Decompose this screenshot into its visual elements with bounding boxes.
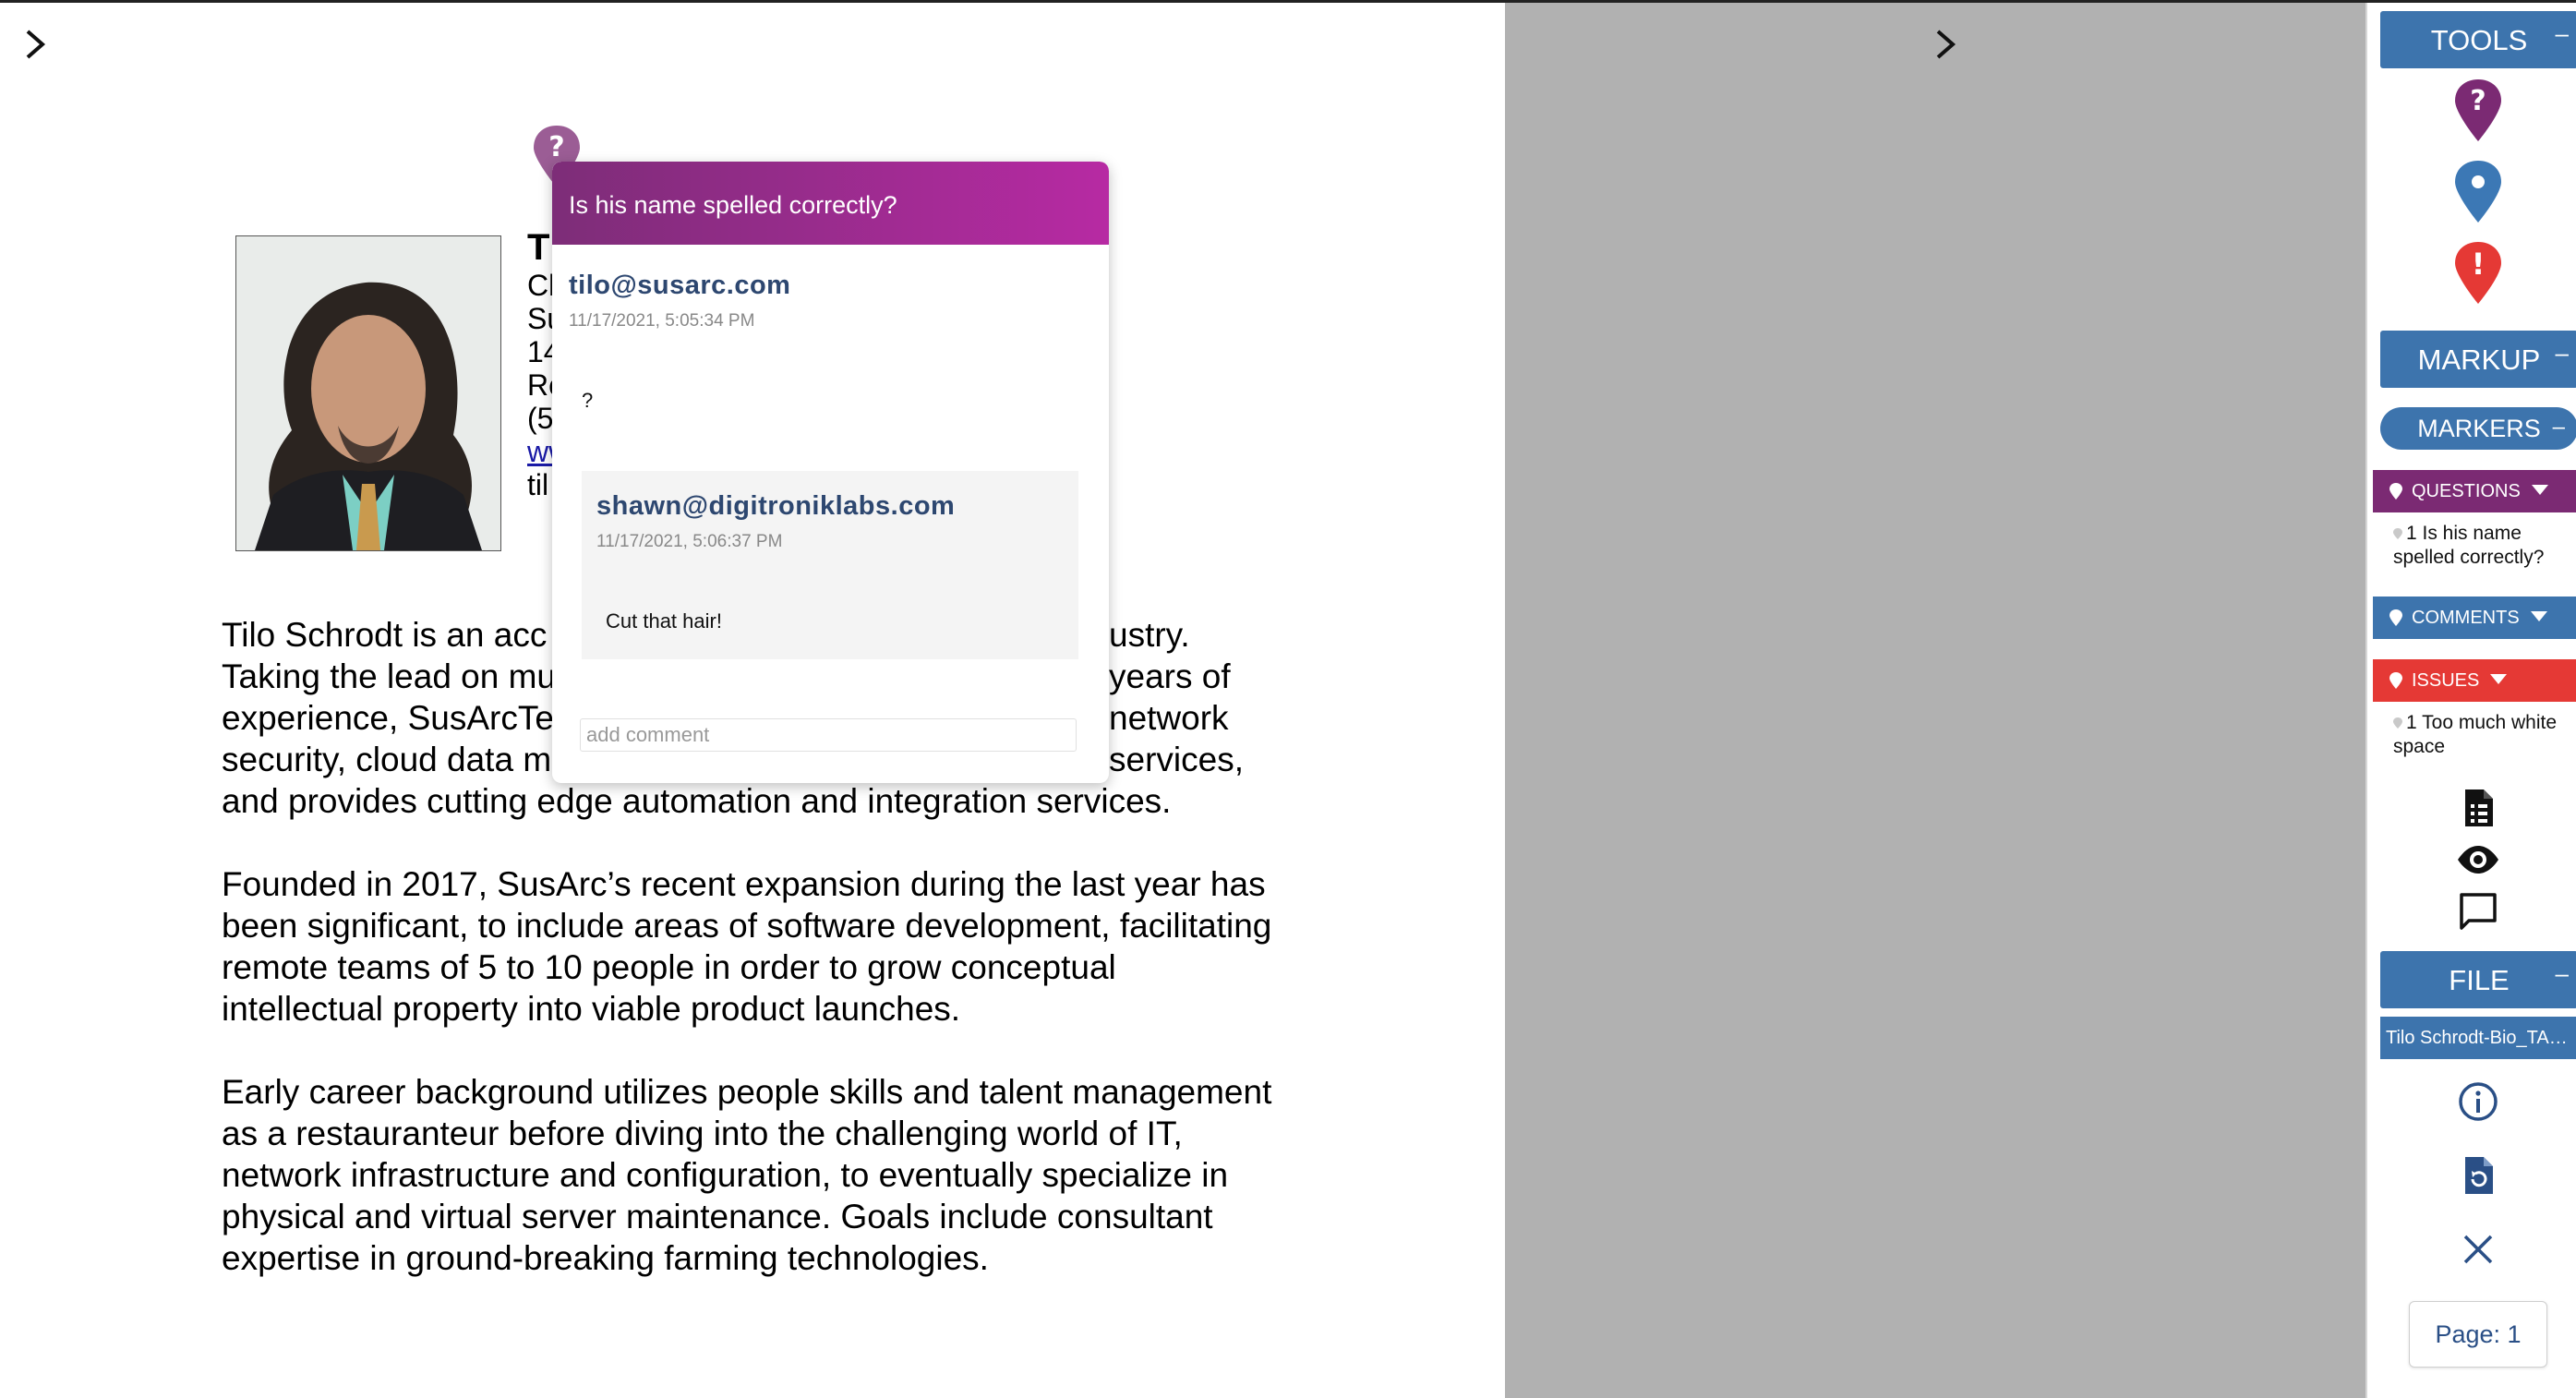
issues-category[interactable]: ISSUES — [2373, 659, 2576, 702]
pin-glyph: ! — [2472, 247, 2486, 282]
question-comment-popup: Is his name spelled correctly? tilo@susa… — [552, 162, 1109, 783]
comment-text: ? — [582, 389, 594, 412]
expand-left-chevron-icon[interactable] — [17, 26, 54, 63]
paragraph-line: been significant, to include areas of so… — [222, 907, 1272, 945]
paragraph-line: Early career background utilizes people … — [222, 1073, 1272, 1111]
file-name-label[interactable]: Tilo Schrodt-Bio_TAB.... — [2380, 1017, 2576, 1059]
collapse-file-icon[interactable]: – — [2556, 944, 2569, 1003]
paragraph-line: services, — [1109, 741, 1244, 778]
popup-title: Is his name spelled correctly? — [552, 162, 1109, 245]
issue-pin-icon[interactable]: ! — [2452, 239, 2504, 306]
paragraph-line: years of — [1109, 657, 1231, 695]
issue-item-line: space — [2393, 736, 2446, 757]
paragraph-line: network infrastructure and configuration… — [222, 1156, 1229, 1194]
file-header[interactable]: FILE – — [2380, 951, 2576, 1008]
paragraph-line: expertise in ground-breaking farming tec… — [222, 1239, 989, 1277]
info-icon[interactable] — [2456, 1079, 2500, 1124]
location-pin-icon[interactable] — [2452, 158, 2504, 224]
questions-pin-icon — [2389, 473, 2402, 500]
questions-category[interactable]: QUESTIONS — [2373, 470, 2576, 512]
tools-header[interactable]: TOOLS – — [2380, 11, 2576, 68]
paragraph-line: network — [1109, 699, 1229, 737]
pin-glyph: ? — [2470, 85, 2486, 117]
page-indicator-button[interactable]: Page: 1 — [2409, 1301, 2547, 1368]
comments-label: COMMENTS — [2412, 608, 2520, 628]
markers-toggle[interactable]: MARKERS – — [2380, 407, 2576, 450]
tools-label: TOOLS — [2430, 24, 2528, 56]
tools-sidebar: TOOLS – ? ! MARKUP – MARKERS – QUESTIONS… — [2365, 3, 2576, 1398]
comment-timestamp: 11/17/2021, 5:05:34 PM — [569, 311, 755, 331]
comment-timestamp: 11/17/2021, 5:06:37 PM — [596, 532, 783, 551]
comment-text: Cut that hair! — [606, 609, 722, 633]
question-pin-icon[interactable]: ? — [2452, 77, 2504, 143]
bio-paragraph-3: Early career background utilizes people … — [222, 1071, 1302, 1279]
mini-pin-icon — [2393, 711, 2402, 729]
comment-author: shawn@digitroniklabs.com — [596, 491, 956, 521]
paragraph-line: remote teams of 5 to 10 people in order … — [222, 948, 1116, 986]
chat-bubble-icon[interactable] — [2456, 889, 2500, 934]
bio-paragraph-2: Founded in 2017, SusArc’s recent expansi… — [222, 863, 1302, 1030]
markup-label: MARKUP — [2417, 343, 2541, 376]
add-comment-input[interactable] — [580, 718, 1077, 752]
pin-glyph: ? — [548, 131, 564, 163]
paragraph-line: physical and virtual server maintenance.… — [222, 1198, 1213, 1235]
mini-pin-icon — [2393, 522, 2402, 539]
collapse-markup-icon[interactable]: – — [2556, 323, 2569, 382]
reply-comment: shawn@digitroniklabs.com 11/17/2021, 5:0… — [582, 471, 1078, 659]
paragraph-line: intellectual property into viable produc… — [222, 990, 961, 1028]
profile-photo — [235, 235, 501, 551]
issues-label: ISSUES — [2412, 670, 2480, 691]
paragraph-line: as a restauranteur before diving into th… — [222, 1115, 1183, 1152]
eye-icon[interactable] — [2456, 838, 2500, 882]
questions-dropdown-icon[interactable] — [2531, 485, 2548, 495]
comment-author: tilo@susarc.com — [569, 271, 791, 300]
collapse-markers-icon[interactable]: – — [2553, 405, 2565, 449]
viewer-background — [1505, 3, 2365, 1398]
paragraph-line: ustry. — [1109, 616, 1190, 654]
document-icon[interactable] — [2456, 786, 2500, 830]
issues-dropdown-icon[interactable] — [2490, 674, 2508, 684]
question-item-line: 1 Is his name — [2406, 523, 2522, 544]
issue-list-item[interactable]: 1 Too much white space — [2393, 711, 2576, 759]
markers-label: MARKERS — [2417, 415, 2541, 442]
question-list-item[interactable]: 1 Is his name spelled correctly? — [2393, 522, 2576, 570]
paragraph-line: Founded in 2017, SusArc’s recent expansi… — [222, 865, 1266, 903]
file-label: FILE — [2449, 964, 2510, 996]
question-item-line: spelled correctly? — [2393, 547, 2545, 568]
issue-item-line: 1 Too much white — [2406, 712, 2558, 733]
expand-right-chevron-icon[interactable] — [1927, 26, 1964, 63]
close-icon[interactable] — [2456, 1227, 2500, 1271]
comments-dropdown-icon[interactable] — [2530, 611, 2547, 621]
collapse-tools-icon[interactable]: – — [2556, 4, 2569, 63]
comments-category[interactable]: COMMENTS — [2373, 597, 2576, 639]
comments-pin-icon — [2389, 599, 2402, 626]
issues-pin-icon — [2389, 662, 2402, 689]
questions-label: QUESTIONS — [2412, 481, 2521, 501]
restore-file-icon[interactable] — [2456, 1153, 2500, 1198]
markup-header[interactable]: MARKUP – — [2380, 331, 2576, 388]
